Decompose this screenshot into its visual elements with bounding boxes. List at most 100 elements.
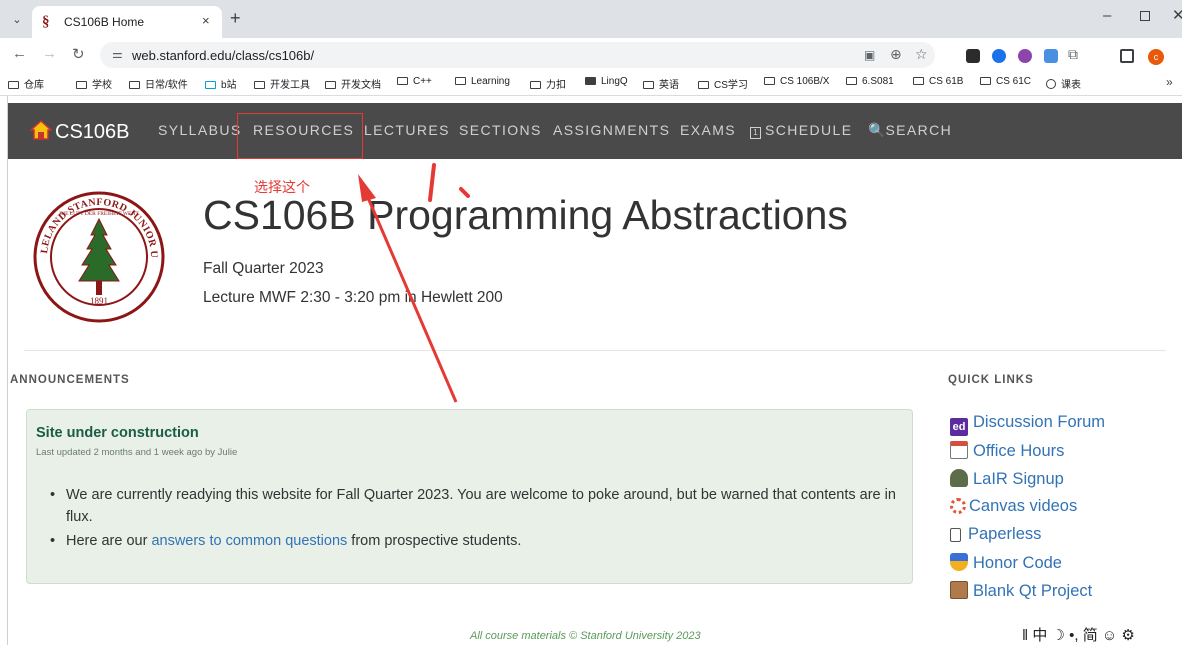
folder-icon [76,81,87,89]
nav-sections[interactable]: SECTIONS [459,122,542,138]
lingq-icon [585,77,596,85]
calendar-icon [950,441,968,459]
medal-icon [950,553,968,571]
forward-icon[interactable]: → [42,45,57,62]
bookmark-folder[interactable]: C++ [397,76,432,87]
brand-text: CS106B [55,121,130,143]
extension-2-icon[interactable] [992,49,1006,63]
folder-icon [698,81,709,89]
zoom-icon[interactable]: ⊕ [890,46,902,63]
quick-link-office-hours[interactable]: Office Hours [950,441,1064,461]
extension-4-icon[interactable] [1044,49,1058,63]
bookmark-folder[interactable]: Learning [455,76,510,87]
bookmark-folder[interactable]: CS 61B [913,76,963,87]
footer-copyright: All course materials © Stanford Universi… [470,630,701,642]
url-text: web.stanford.edu/class/cs106b/ [132,48,315,63]
stanford-favicon-icon: § [42,14,50,30]
calendar-small-icon: 1 [750,127,761,139]
tab-search-chevron-icon[interactable]: ⌄ [6,10,28,30]
bookmark-folder[interactable]: 开发文档 [325,76,381,91]
profile-avatar[interactable]: c [1148,49,1164,65]
bookmark-folder[interactable]: 开发工具 [254,76,310,91]
window-close-icon[interactable]: ✕ [1172,6,1182,24]
announcement-title: Site under construction [36,425,199,441]
tab-title: CS106B Home [64,15,145,29]
nav-exams[interactable]: EXAMS [680,122,736,138]
list-item: We are currently readying this website f… [50,484,906,528]
announcement-meta: Last updated 2 months and 1 week ago by … [36,447,238,458]
faq-link[interactable]: answers to common questions [151,533,347,549]
list-item: Here are our answers to common questions… [50,530,906,552]
folder-icon [530,81,541,89]
bookmark-folder[interactable]: 6.S081 [846,76,894,87]
ime-toolbar[interactable]: ‖ 中 ☽ •, 简 ☺ ⚙ [1022,624,1182,645]
svg-text:1891: 1891 [90,296,108,306]
bookmark-folder[interactable]: CS学习 [698,76,748,91]
extensions-puzzle-icon[interactable]: ⧉ [1068,46,1078,63]
folder-icon [913,77,924,85]
canvas-icon [950,498,966,514]
folder-icon [980,77,991,85]
folder-icon [254,81,265,89]
site-navbar: CS106B SYLLABUS RESOURCES LECTURES SECTI… [8,103,1182,159]
page-left-border [7,96,8,645]
side-panel-icon[interactable] [1120,49,1134,63]
maximize-icon[interactable] [1140,11,1150,21]
announcement-card: Site under construction Last updated 2 m… [26,409,913,584]
magnifier-icon: 🔍 [868,122,886,138]
bookmark-folder[interactable]: 英语 [643,76,679,91]
site-info-icon[interactable]: ⚌ [112,47,123,61]
folder-icon [8,81,19,89]
page-title: CS106B Programming Abstractions [203,192,848,238]
quick-link-blank-qt-project[interactable]: Blank Qt Project [950,581,1092,601]
bookmarks-overflow-icon[interactable]: » [1166,75,1173,89]
nav-assignments[interactable]: ASSIGNMENTS [553,122,670,138]
detective-icon [950,469,968,487]
extension-1-icon[interactable] [966,49,980,63]
folder-icon [397,77,408,85]
bookmark-folder[interactable]: CS 106B/X [764,76,829,87]
folder-icon [764,77,775,85]
back-icon[interactable]: ← [12,45,27,62]
folder-icon [643,81,654,89]
quick-link-discussion-forum[interactable]: ed Discussion Forum [950,413,1105,436]
tab-close-icon[interactable]: × [202,13,210,28]
bookmark-folder[interactable]: 日常/软件 [129,76,188,91]
quick-link-canvas-videos[interactable]: Canvas videos [950,497,1077,516]
screen: ⌄ § CS106B Home × + – ✕ ← → ↻ ⚌ web.stan… [0,0,1182,645]
bookmark-bilibili[interactable]: b站 [205,76,237,91]
bookmark-folder[interactable]: 学校 [76,76,112,91]
divider [24,350,1166,351]
nav-search[interactable]: 🔍SEARCH [868,122,952,139]
quick-link-lair-signup[interactable]: LaIR Signup [950,469,1064,489]
box-icon [950,581,968,599]
bookmark-folder[interactable]: 力扣 [530,76,566,91]
minimize-icon[interactable]: – [1103,7,1111,24]
bookmark-folder[interactable]: CS 61C [980,76,1031,87]
annotation-highlight-box [237,113,363,159]
svg-text:DIE LUFT DER FREIHEIT WEHT: DIE LUFT DER FREIHEIT WEHT [59,211,139,217]
quick-link-paperless[interactable]: Paperless [950,525,1041,544]
reload-icon[interactable]: ↻ [72,45,85,63]
ed-icon: ed [950,418,968,436]
annotation-label: 选择这个 [254,179,310,195]
brand-home-link[interactable]: CS106B [30,119,130,144]
bookmark-folder[interactable]: 仓库 [8,76,44,91]
nav-schedule[interactable]: 1 SCHEDULE [750,122,852,139]
nav-syllabus[interactable]: SYLLABUS [158,122,242,138]
extension-3-icon[interactable] [1018,49,1032,63]
url-omnibox[interactable]: ⚌ web.stanford.edu/class/cs106b/ ▣ ⊕ ☆ [100,42,935,68]
bookmarks-bar: 仓库 学校 日常/软件 b站 开发工具 开发文档 C++ Learning 力扣… [0,72,1182,96]
folder-icon [325,81,336,89]
globe-icon [1046,79,1056,89]
nav-lectures[interactable]: LECTURES [364,122,450,138]
bookmark-star-icon[interactable]: ☆ [915,46,928,63]
bookmark-lingq[interactable]: LingQ [585,76,628,87]
browser-tab[interactable]: § CS106B Home × [32,6,222,38]
announcements-heading: ANNOUNCEMENTS [10,374,130,386]
translate-icon[interactable]: ▣ [864,48,875,62]
new-tab-icon[interactable]: + [230,8,241,29]
quick-link-honor-code[interactable]: Honor Code [950,553,1062,573]
address-bar-row: ← → ↻ ⚌ web.stanford.edu/class/cs106b/ ▣… [0,38,1182,72]
bookmark-globe[interactable]: 课表 [1046,76,1081,91]
